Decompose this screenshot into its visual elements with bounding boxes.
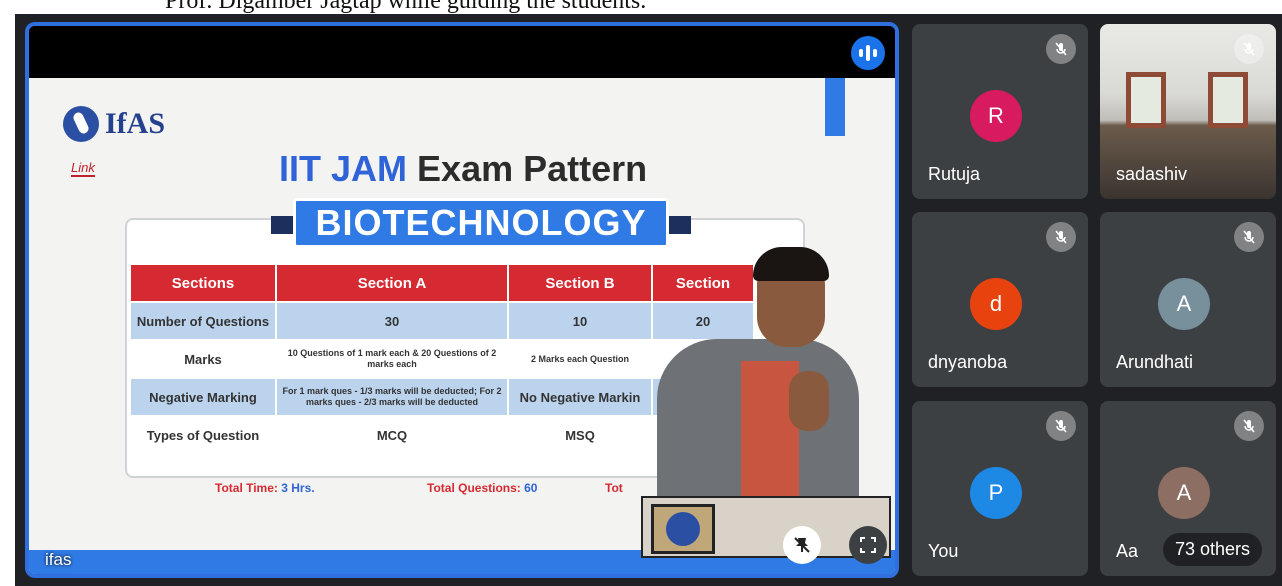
participant-tile[interactable]: d dnyanoba xyxy=(912,212,1088,387)
participant-tile[interactable]: A Arundhati xyxy=(1100,212,1276,387)
table-cell: For 1 mark ques - 1/3 marks will be dedu… xyxy=(277,379,507,415)
total-time-label: Total Time: xyxy=(215,481,278,495)
mic-off-icon xyxy=(1234,34,1264,64)
slide-title-prefix: IIT JAM xyxy=(279,148,408,189)
ifas-logo-icon xyxy=(63,106,99,142)
presenter-hair xyxy=(753,247,829,281)
avatar: R xyxy=(970,90,1022,142)
photo-caption: Prof. Digamber Jagtap while guiding the … xyxy=(165,0,647,14)
presentation-tile[interactable]: IfAS Link IIT JAM Exam Pattern BIOTECHNO… xyxy=(25,22,899,578)
slide-title-suffix: Exam Pattern xyxy=(417,148,648,189)
participant-name: You xyxy=(928,541,959,561)
participant-tile[interactable]: A Aa 73 others xyxy=(1100,401,1276,576)
total-questions-value: 60 xyxy=(524,481,538,495)
mic-off-icon xyxy=(1234,222,1264,252)
participant-name: dnyanoba xyxy=(928,352,1008,372)
slide-title: IIT JAM Exam Pattern xyxy=(279,148,647,190)
meet-screenshot: Prof. Digamber Jagtap while guiding the … xyxy=(0,0,1282,586)
avatar: d xyxy=(970,278,1022,330)
total-questions: Total Questions: 60 xyxy=(427,481,537,495)
video-window xyxy=(1126,72,1166,128)
table-header: Sections xyxy=(131,265,275,301)
mic-off-icon xyxy=(1046,222,1076,252)
slide-accent-bar xyxy=(825,78,845,136)
mic-off-icon xyxy=(1046,411,1076,441)
avatar: A xyxy=(1158,278,1210,330)
table-cell: MCQ xyxy=(376,427,408,443)
table-cell: 10 Questions of 1 mark each & 20 Questio… xyxy=(287,348,497,369)
total-time-value: 3 Hrs. xyxy=(281,481,315,495)
participant-name: sadashiv xyxy=(1116,164,1188,184)
table-cell: Marks xyxy=(184,351,222,367)
subject-banner-wrap: BIOTECHNOLOGY xyxy=(271,198,691,250)
logo-text: IfAS xyxy=(105,107,166,140)
unpin-icon[interactable] xyxy=(783,526,821,564)
handwritten-link-note: Link xyxy=(71,160,95,177)
participant-tile[interactable]: P You xyxy=(912,401,1088,576)
participant-name: Rutuja xyxy=(928,164,981,184)
mic-off-icon xyxy=(1046,34,1076,64)
total-questions-label: Total Questions: xyxy=(427,481,521,495)
avatar: P xyxy=(970,467,1022,519)
participant-tile-video[interactable]: sadashiv xyxy=(1100,24,1276,199)
avatar: A xyxy=(1158,467,1210,519)
presenter-video xyxy=(629,247,859,529)
participant-tile[interactable]: R Rutuja xyxy=(912,24,1088,199)
presenter-hand xyxy=(789,371,829,431)
participant-name: Aa xyxy=(1116,541,1139,561)
presentation-top-bar xyxy=(29,26,895,78)
subject-banner: BIOTECHNOLOGY xyxy=(293,198,669,248)
mic-off-icon xyxy=(1234,411,1264,441)
total-time: Total Time: 3 Hrs. xyxy=(215,481,315,495)
table-cell: Negative Marking xyxy=(131,379,275,415)
video-window xyxy=(1208,72,1248,128)
total-marks-label: Tot xyxy=(605,481,623,495)
presenter-name-label: ifas xyxy=(45,550,72,569)
fullscreen-icon[interactable] xyxy=(849,526,887,564)
participant-name: Arundhati xyxy=(1116,352,1194,372)
audio-level-icon xyxy=(851,36,885,70)
table-cell: Number of Questions xyxy=(131,303,275,339)
table-header: Section A xyxy=(277,265,507,301)
table-cell: 30 xyxy=(277,303,507,339)
self-view-thumbnail[interactable] xyxy=(651,504,715,554)
table-cell: Types of Question xyxy=(146,427,260,443)
slide-logo: IfAS xyxy=(63,106,165,142)
others-count-badge[interactable]: 73 others xyxy=(1162,533,1262,566)
